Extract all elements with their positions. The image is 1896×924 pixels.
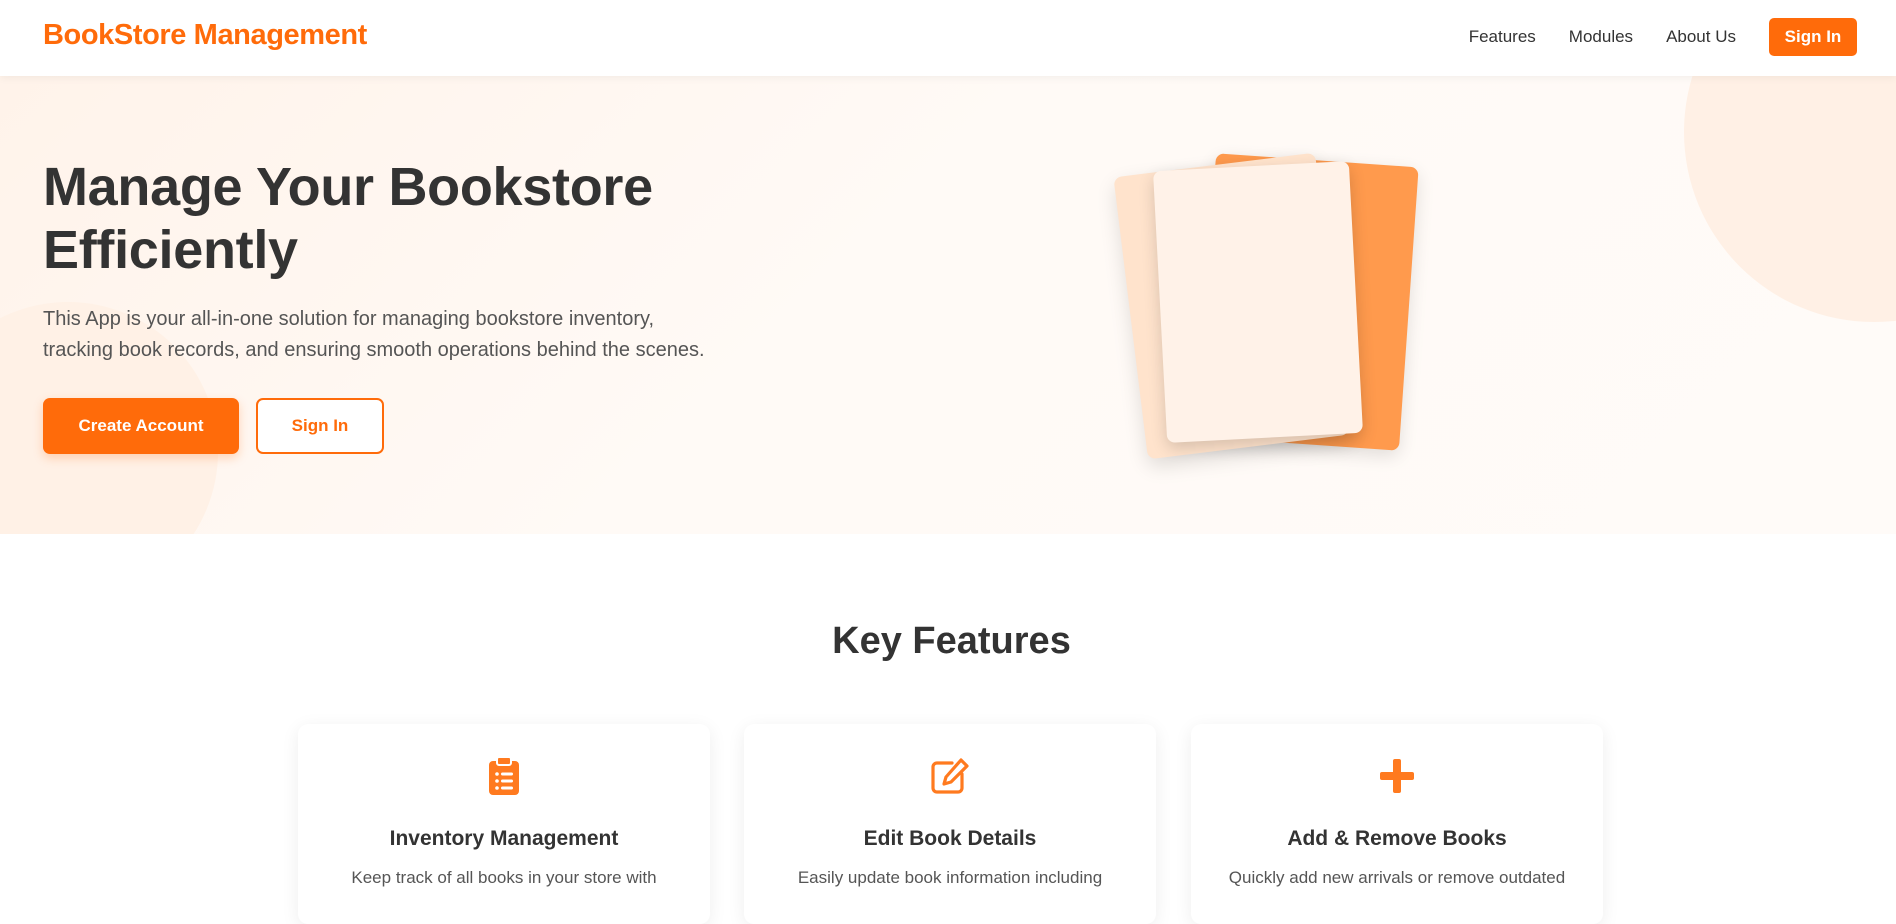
edit-icon [930, 756, 970, 796]
create-account-button[interactable]: Create Account [43, 398, 239, 454]
nav-link-modules[interactable]: Modules [1569, 27, 1633, 47]
clipboard-list-icon [484, 756, 524, 796]
brand-logo[interactable]: BookStore Management [43, 19, 367, 52]
feature-card-description: Quickly add new arrivals or remove outda… [1228, 868, 1566, 887]
features-heading: Key Features [832, 620, 1071, 662]
plus-icon [1377, 756, 1417, 796]
hero-sign-in-button[interactable]: Sign In [256, 398, 384, 454]
nav-links: Features Modules About Us Sign In [1469, 18, 1857, 56]
feature-card-inventory: Inventory Management Keep track of all b… [298, 724, 710, 924]
feature-card-title: Add & Remove Books [1287, 827, 1507, 850]
feature-card-title: Inventory Management [389, 827, 619, 850]
nav-link-about-us[interactable]: About Us [1666, 27, 1736, 47]
book-stack-illustration [1100, 146, 1430, 486]
hero-section: Manage Your Bookstore Efficiently This A… [0, 76, 1896, 534]
hero-title: Manage Your Bookstore Efficiently [43, 157, 653, 280]
decorative-circle-right [1684, 76, 1896, 322]
hero-description: This App is your all-in-one solution for… [43, 308, 705, 361]
nav-link-features[interactable]: Features [1469, 27, 1536, 47]
book-front [1153, 161, 1363, 443]
feature-card-description: Keep track of all books in your store wi… [351, 868, 657, 887]
feature-card-description: Easily update book information including [797, 868, 1103, 887]
feature-card-edit: Edit Book Details Easily update book inf… [744, 724, 1156, 924]
nav-sign-in-button[interactable]: Sign In [1769, 18, 1857, 56]
feature-card-title: Edit Book Details [863, 827, 1037, 850]
top-navbar: BookStore Management Features Modules Ab… [0, 0, 1896, 76]
feature-card-add-remove: Add & Remove Books Quickly add new arriv… [1191, 724, 1603, 924]
